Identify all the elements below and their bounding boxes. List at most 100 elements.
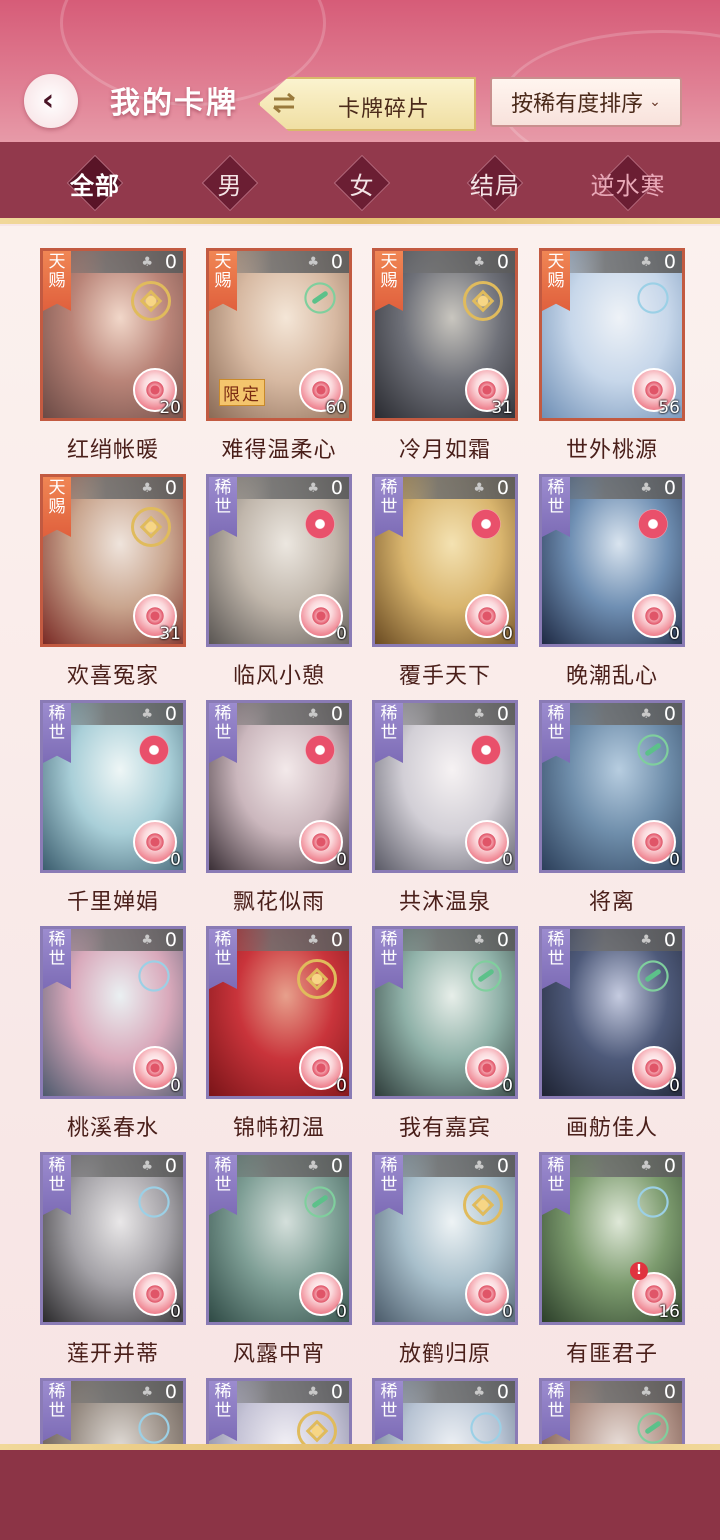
rarity-badge-char: 赐 [380, 271, 398, 291]
rarity-badge-char: 世 [214, 723, 232, 743]
card-name: 放鹤归原 [398, 1342, 491, 1367]
card-frame: ♣ 0 稀世 0 [372, 474, 518, 647]
card-item[interactable]: ♣ 0 稀世 0 桃溪春水 [40, 926, 186, 1141]
card-item[interactable]: ♣ 0 稀世 [372, 1378, 518, 1444]
gold-coin-icon [131, 281, 171, 321]
card-item[interactable]: ♣ 0 稀世 0 锦帏初温 [206, 926, 352, 1141]
filter-tab-3[interactable]: 结局 [445, 154, 545, 212]
rarity-badge-char: 赐 [214, 271, 232, 291]
card-frame: ♣ 0 稀世 0 [40, 1152, 186, 1325]
rarity-badge-char: 稀 [380, 478, 398, 498]
rarity-badge: 稀世 [43, 1155, 71, 1215]
rarity-badge-char: 世 [547, 723, 565, 743]
rarity-badge-char: 稀 [214, 1156, 232, 1176]
card-item[interactable]: ♣ 0 稀世 0 共沐温泉 [372, 700, 518, 915]
rarity-badge-char: 稀 [214, 478, 232, 498]
card-level: 0 [336, 850, 347, 870]
card-name: 共沐温泉 [398, 890, 491, 915]
rarity-badge: 稀世 [542, 1155, 570, 1215]
rarity-badge: 稀世 [209, 1155, 237, 1215]
rarity-badge: 稀世 [375, 929, 403, 989]
fragment-count: 0 [164, 477, 177, 499]
rarity-badge-char: 世 [547, 949, 565, 969]
fragment-count: 0 [496, 477, 509, 499]
filter-tab-0[interactable]: 全部 [45, 154, 145, 212]
filter-tab-2[interactable]: 女 [312, 154, 412, 212]
rarity-badge-char: 赐 [547, 271, 565, 291]
rarity-badge: 稀世 [542, 1381, 570, 1441]
card-item[interactable]: ♣ 0 稀世 0 将离 [539, 700, 685, 915]
rarity-badge-char: 稀 [547, 930, 565, 950]
fragment-count: 0 [663, 251, 676, 273]
card-item[interactable]: ♣ 0 稀世 0 千里婵娟 [40, 700, 186, 915]
card-name: 覆手天下 [398, 664, 491, 689]
fan-icon [137, 1185, 171, 1219]
fragment-count: 0 [496, 929, 509, 951]
card-frame: ♣ 0 天赐限定 60 [206, 248, 352, 421]
fragment-count: 0 [330, 929, 343, 951]
rarity-badge-char: 稀 [547, 1382, 565, 1402]
card-item[interactable]: ♣ 0 稀世 [539, 1378, 685, 1444]
level-orb: 0 [632, 820, 680, 870]
card-item[interactable]: ♣ 0 稀世 0 覆手天下 [372, 474, 518, 689]
card-item[interactable]: ♣ 0 天赐 31 冷月如霜 [372, 248, 518, 463]
card-name: 桃溪春水 [66, 1116, 159, 1141]
card-item[interactable]: ♣ 0 稀世 0 飘花似雨 [206, 700, 352, 915]
page-title: 我的卡牌 [110, 86, 238, 121]
fragment-clover-icon: ♣ [307, 933, 319, 948]
card-item[interactable]: ♣ 0 天赐 20 红绡帐暖 [40, 248, 186, 463]
fragment-clover-icon: ♣ [307, 481, 319, 496]
level-orb: 0 [133, 1272, 181, 1322]
fragment-clover-icon: ♣ [307, 255, 319, 270]
back-button[interactable]: ‹ [24, 74, 78, 128]
card-item[interactable]: ♣ 0 稀世 0 莲开并蒂 [40, 1152, 186, 1367]
card-item[interactable]: ♣ 0 稀世 [40, 1378, 186, 1444]
rarity-badge: 天赐 [542, 251, 570, 311]
fragment-clover-icon: ♣ [141, 481, 153, 496]
card-item[interactable]: ♣ 0 天赐限定 60 难得温柔心 [206, 248, 352, 463]
sort-dropdown[interactable]: 按稀有度排序 ⌄ [490, 77, 682, 127]
fragment-count: 0 [330, 251, 343, 273]
card-name: 将离 [588, 890, 635, 915]
rarity-badge: 稀世 [542, 703, 570, 763]
card-item[interactable]: ♣ 0 稀世 0 风露中宵 [206, 1152, 352, 1367]
card-fragments-button[interactable]: 卡牌碎片 [258, 77, 476, 131]
card-item[interactable]: ♣ 0 天赐 56 世外桃源 [539, 248, 685, 463]
level-orb: 0 [299, 594, 347, 644]
fragment-count: 0 [663, 929, 676, 951]
fragment-clover-icon: ♣ [640, 933, 652, 948]
gold-coin-icon [131, 507, 171, 547]
fragment-clover-icon: ♣ [141, 1159, 153, 1174]
rarity-badge-char: 世 [380, 1401, 398, 1421]
card-name: 画舫佳人 [565, 1116, 658, 1141]
swap-arrows-icon [273, 92, 295, 114]
filter-tab-4[interactable]: 逆水寒 [578, 154, 678, 212]
card-name: 冷月如霜 [398, 438, 491, 463]
filter-tab-1[interactable]: 男 [180, 154, 280, 212]
rarity-badge-char: 赐 [48, 271, 66, 291]
fan-icon [636, 1185, 670, 1219]
rarity-badge-char: 世 [214, 1175, 232, 1195]
card-item[interactable]: ♣ 0 稀世 0 放鹤归原 [372, 1152, 518, 1367]
card-item[interactable]: ♣ 0 稀世 0 晚潮乱心 [539, 474, 685, 689]
card-item[interactable]: ♣ 0 稀世 [206, 1378, 352, 1444]
rarity-badge: 天赐 [375, 251, 403, 311]
card-item[interactable]: ♣ 0 稀世 0 画舫佳人 [539, 926, 685, 1141]
card-item[interactable]: ♣ 0 稀世! 16 有匪君子 [539, 1152, 685, 1367]
card-frame: ♣ 0 稀世 0 [40, 926, 186, 1099]
card-item[interactable]: ♣ 0 天赐 31 欢喜冤家 [40, 474, 186, 689]
rarity-badge-char: 世 [547, 497, 565, 517]
card-level: 60 [325, 398, 347, 418]
card-level: 0 [502, 1076, 513, 1096]
leaf-icon [303, 281, 337, 315]
card-item[interactable]: ♣ 0 稀世 0 临风小憩 [206, 474, 352, 689]
card-level: 0 [669, 850, 680, 870]
alert-icon: ! [630, 1262, 648, 1280]
card-frame: ♣ 0 稀世 [539, 1378, 685, 1444]
fragment-clover-icon: ♣ [473, 933, 485, 948]
card-item[interactable]: ♣ 0 稀世 0 我有嘉宾 [372, 926, 518, 1141]
level-orb: 0 [465, 594, 513, 644]
card-frame: ♣ 0 天赐 20 [40, 248, 186, 421]
rarity-badge: 稀世 [43, 1381, 71, 1441]
filter-tab-label: 结局 [470, 171, 520, 200]
